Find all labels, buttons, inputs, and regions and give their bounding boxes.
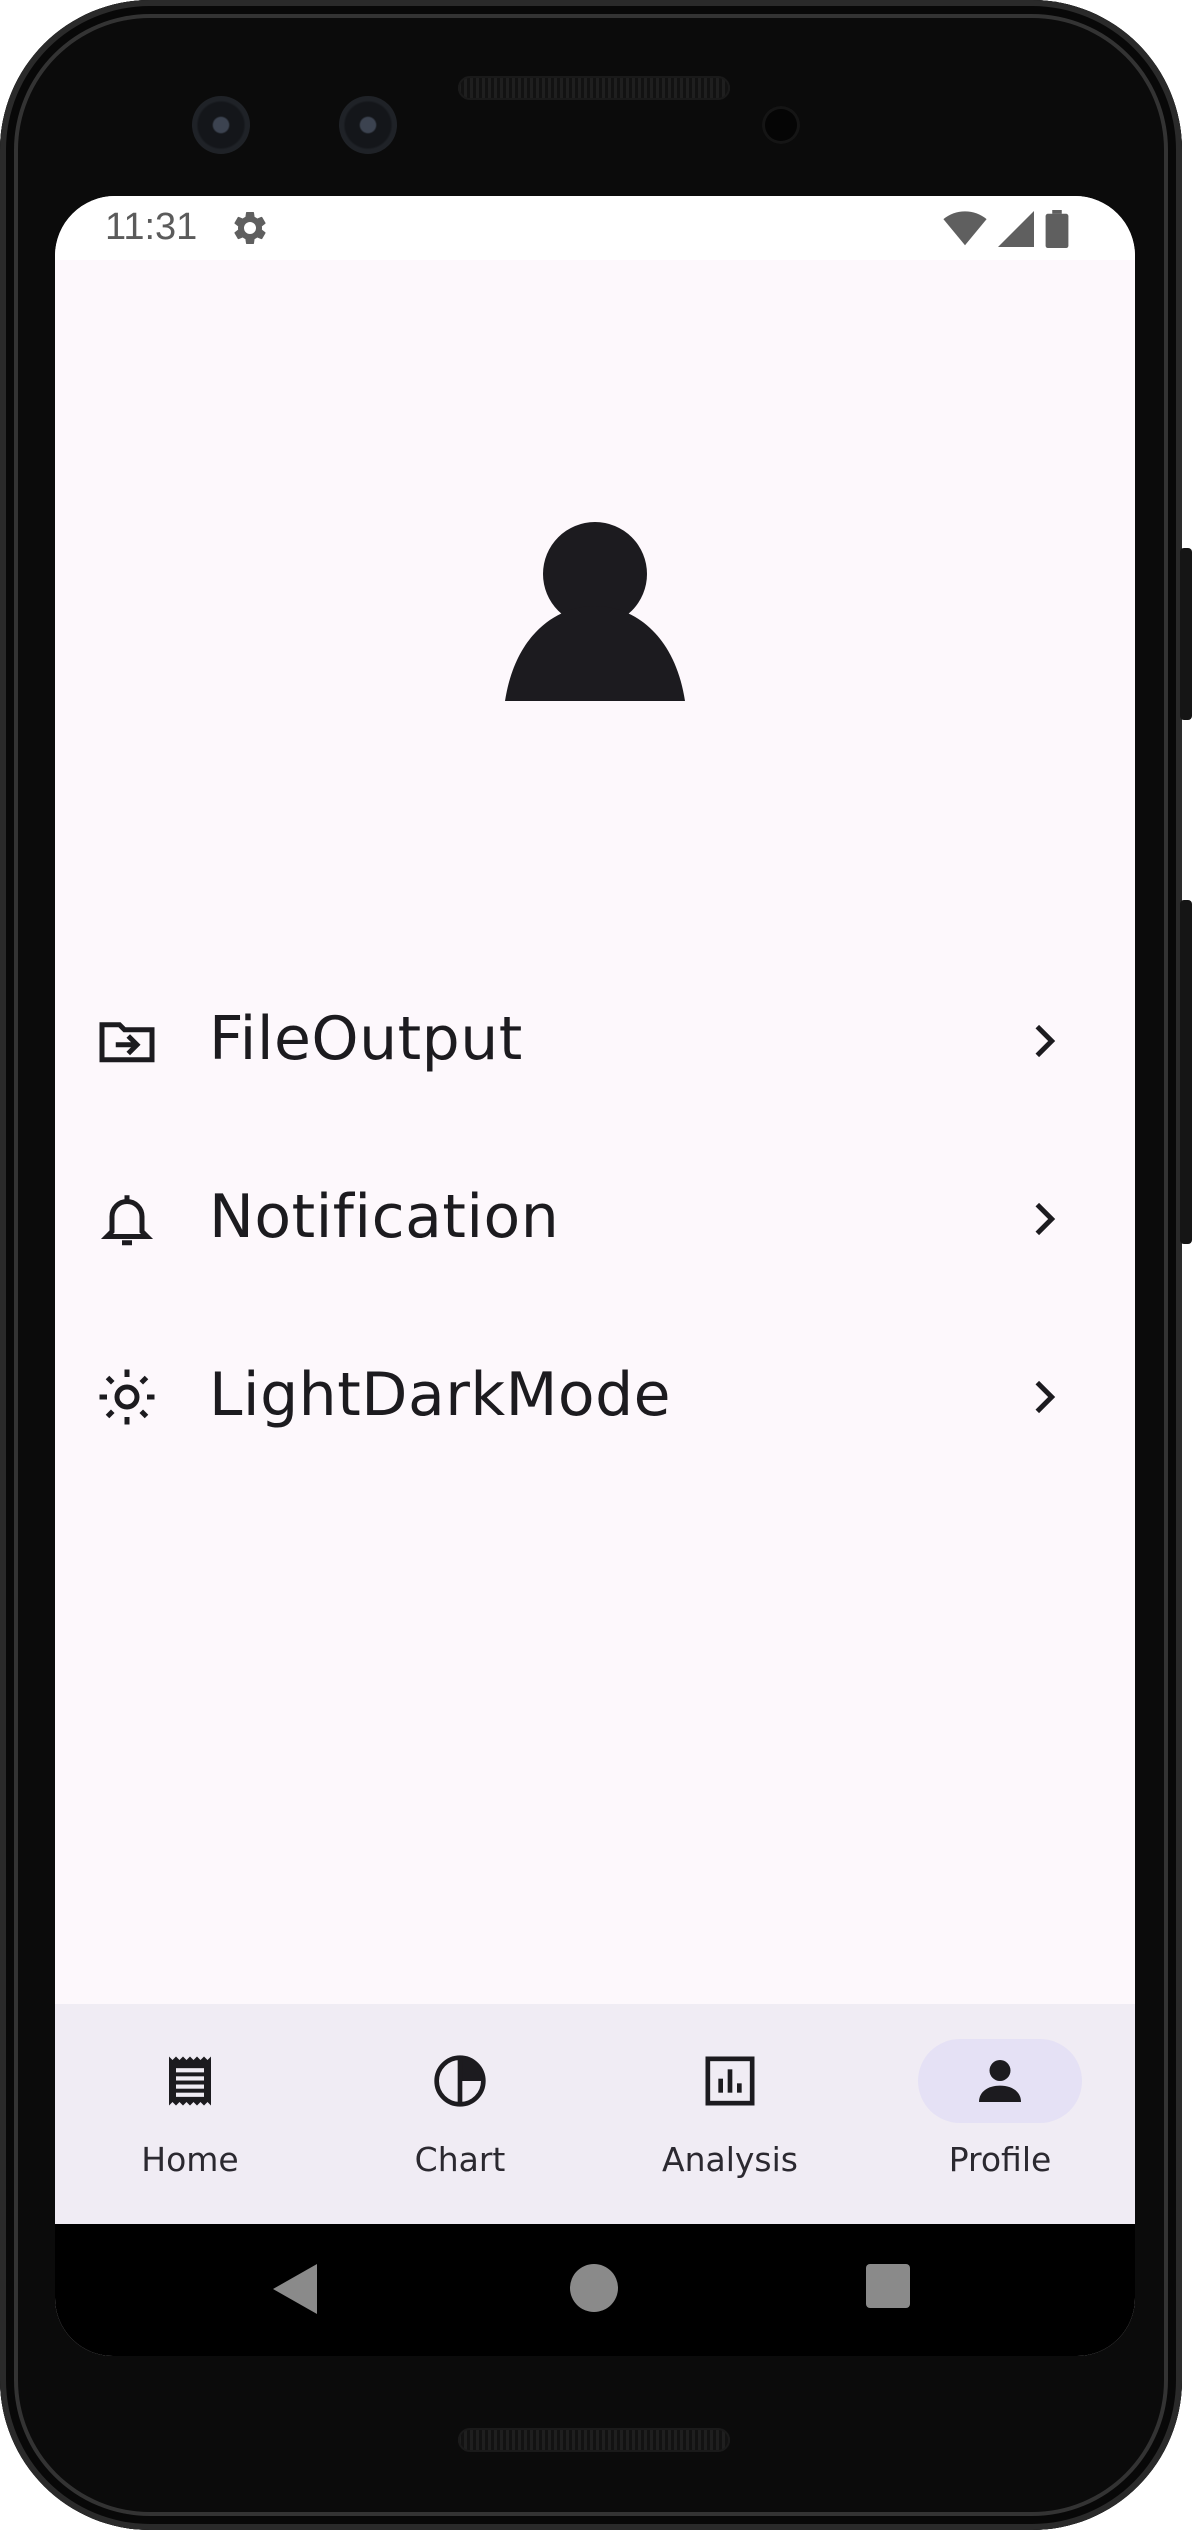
- nav-item-chart[interactable]: Chart: [325, 2004, 595, 2224]
- top-speaker: [458, 76, 730, 100]
- receipt-icon: [169, 2056, 211, 2106]
- chevron-right-icon: [1035, 1380, 1056, 1414]
- bottom-speaker: [458, 2428, 730, 2452]
- app-screen: 11:31 FileOutput Notification LightDarkM…: [55, 196, 1135, 2356]
- gear-icon: [234, 211, 266, 244]
- wifi-icon: [943, 211, 987, 246]
- nav-label: Analysis: [662, 2140, 798, 2179]
- folder-export-icon: [99, 1022, 155, 1063]
- menu-item-label: LightDarkMode: [209, 1360, 672, 1430]
- bell-icon: [100, 1195, 154, 1246]
- signal-icon: [998, 211, 1034, 247]
- menu-item-label: Notification: [209, 1182, 560, 1252]
- nav-item-profile[interactable]: Profile: [865, 2004, 1135, 2224]
- phone-frame: 11:31 FileOutput Notification LightDarkM…: [0, 0, 1192, 2530]
- menu-item-notification[interactable]: Notification: [55, 1144, 1135, 1294]
- bar-chart-icon: [705, 2056, 755, 2106]
- menu-item-light-dark-mode[interactable]: LightDarkMode: [55, 1322, 1135, 1472]
- nav-item-home[interactable]: Home: [55, 2004, 325, 2224]
- power-button: [1180, 548, 1192, 720]
- battery-icon: [1045, 210, 1069, 248]
- nav-label: Chart: [414, 2140, 506, 2179]
- sun-icon: [99, 1369, 155, 1425]
- proximity-sensor: [762, 106, 800, 144]
- menu-item-file-output[interactable]: FileOutput: [55, 966, 1135, 1116]
- pie-chart-icon: [434, 2055, 486, 2107]
- chevron-right-icon: [1035, 1202, 1056, 1236]
- person-icon: [979, 2060, 1021, 2102]
- nav-label: Home: [141, 2140, 239, 2179]
- back-icon[interactable]: [273, 2264, 317, 2314]
- home-circle-icon[interactable]: [570, 2264, 618, 2312]
- recents-icon[interactable]: [866, 2264, 910, 2308]
- nav-label: Profile: [948, 2140, 1052, 2179]
- front-camera-2-icon: [339, 96, 397, 154]
- system-navigation-bar: [55, 2224, 1135, 2356]
- menu-item-label: FileOutput: [209, 1004, 523, 1074]
- status-time: 11:31: [105, 206, 198, 248]
- status-icons: [943, 210, 1069, 248]
- volume-button: [1180, 900, 1192, 1244]
- bottom-navigation: Home Chart Analysis Profile: [55, 2004, 1135, 2224]
- status-bar: 11:31: [55, 196, 1135, 260]
- nav-item-analysis[interactable]: Analysis: [595, 2004, 865, 2224]
- front-camera-icon: [192, 96, 250, 154]
- chevron-right-icon: [1035, 1024, 1056, 1058]
- person-icon: [505, 522, 685, 701]
